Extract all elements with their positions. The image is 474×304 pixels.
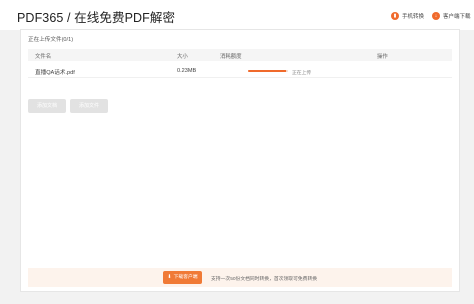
download-icon: ↓: [432, 12, 440, 20]
upload-progress-fill: [248, 70, 286, 72]
column-header-size: 大小: [177, 54, 188, 60]
add-document-button[interactable]: 添加文档: [28, 99, 66, 113]
client-download-label: 客户端下载: [443, 14, 471, 20]
file-size: 0.23MB: [177, 68, 197, 74]
file-table-header: 文件名 大小 消耗额度 操作: [28, 49, 452, 61]
upload-status: 正在上传: [292, 70, 312, 76]
column-header-actions: 操作: [377, 54, 388, 60]
file-name: 直播QA话术.pdf: [35, 70, 75, 76]
column-header-name: 文件名: [35, 54, 52, 60]
phone-convert-link[interactable]: ▮ 手机转换: [391, 11, 424, 21]
table-row: 直播QA话术.pdf 0.23MB 正在上传: [28, 64, 452, 78]
client-download-link[interactable]: ↓ 客户端下载: [432, 11, 471, 21]
phone-convert-label: 手机转换: [402, 14, 425, 20]
download-icon: ⬇: [167, 274, 172, 280]
top-header: PDF365 / 在线免费PDF解密 ▮ 手机转换 ↓ 客户端下载: [0, 0, 474, 30]
upload-progress-bar: [248, 70, 288, 72]
phone-icon: ▮: [391, 12, 399, 20]
column-header-quota: 消耗额度: [220, 54, 242, 60]
download-client-button[interactable]: ⬇ 下载客户端: [163, 271, 202, 284]
upload-panel: 正在上传文件(0/1) 文件名 大小 消耗额度 操作 直播QA话术.pdf 0.…: [20, 29, 460, 292]
download-client-label: 下载客户端: [173, 275, 198, 280]
add-file-button[interactable]: 添加文件: [70, 99, 108, 113]
promo-text: 支持一次50份文档同时转换，首次领取可免费转换: [211, 276, 318, 282]
upload-status-text: 正在上传文件(0/1): [28, 37, 74, 43]
page-title: PDF365 / 在线免费PDF解密: [17, 11, 176, 25]
download-promo-bar: ⬇ 下载客户端 支持一次50份文档同时转换，首次领取可免费转换: [28, 268, 452, 287]
